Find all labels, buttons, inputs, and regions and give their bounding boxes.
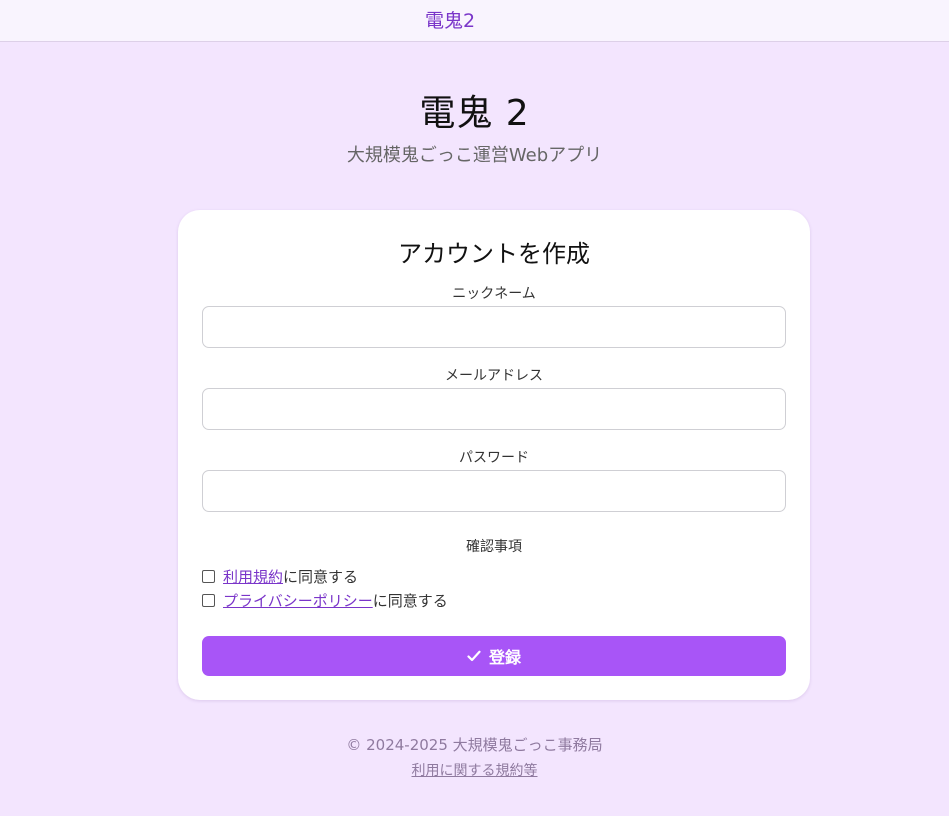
- footer-links: 利用に関する規約等: [0, 760, 949, 780]
- page-subtitle: 大規模鬼ごっこ運営Webアプリ: [346, 145, 603, 166]
- privacy-checkbox[interactable]: [202, 593, 215, 607]
- confirm-section-label: 確認事項: [466, 539, 522, 555]
- register-button[interactable]: 登録: [202, 636, 786, 676]
- top-bar: 電鬼2: [0, 0, 949, 42]
- signup-card: アカウントを作成 ニックネーム メールアドレス パスワード 確認事項 利用規約 …: [178, 210, 810, 700]
- footer-copyright: © 2024-2025 大規模鬼ごっこ事務局: [346, 736, 603, 754]
- page-title: 電鬼 2: [419, 93, 530, 134]
- brand-link[interactable]: 電鬼2: [425, 6, 475, 33]
- nickname-input[interactable]: [202, 306, 786, 348]
- terms-agree-row: 利用規約 に同意する: [202, 566, 358, 586]
- email-label: メールアドレス: [445, 368, 543, 384]
- footer-terms-link[interactable]: 利用に関する規約等: [412, 763, 538, 779]
- privacy-agree-text: に同意する: [372, 591, 448, 610]
- check-icon: [467, 650, 481, 662]
- password-label: パスワード: [459, 450, 529, 466]
- privacy-policy-link[interactable]: プライバシーポリシー: [223, 590, 373, 611]
- signup-title: アカウントを作成: [398, 240, 590, 268]
- privacy-agree-row: プライバシーポリシー に同意する: [202, 590, 448, 610]
- terms-checkbox[interactable]: [202, 569, 215, 583]
- terms-agree-text: に同意する: [283, 567, 359, 586]
- password-input[interactable]: [202, 470, 786, 512]
- nickname-label: ニックネーム: [452, 286, 536, 302]
- terms-link[interactable]: 利用規約: [223, 566, 283, 587]
- email-input[interactable]: [202, 388, 786, 430]
- register-button-label: 登録: [488, 650, 521, 667]
